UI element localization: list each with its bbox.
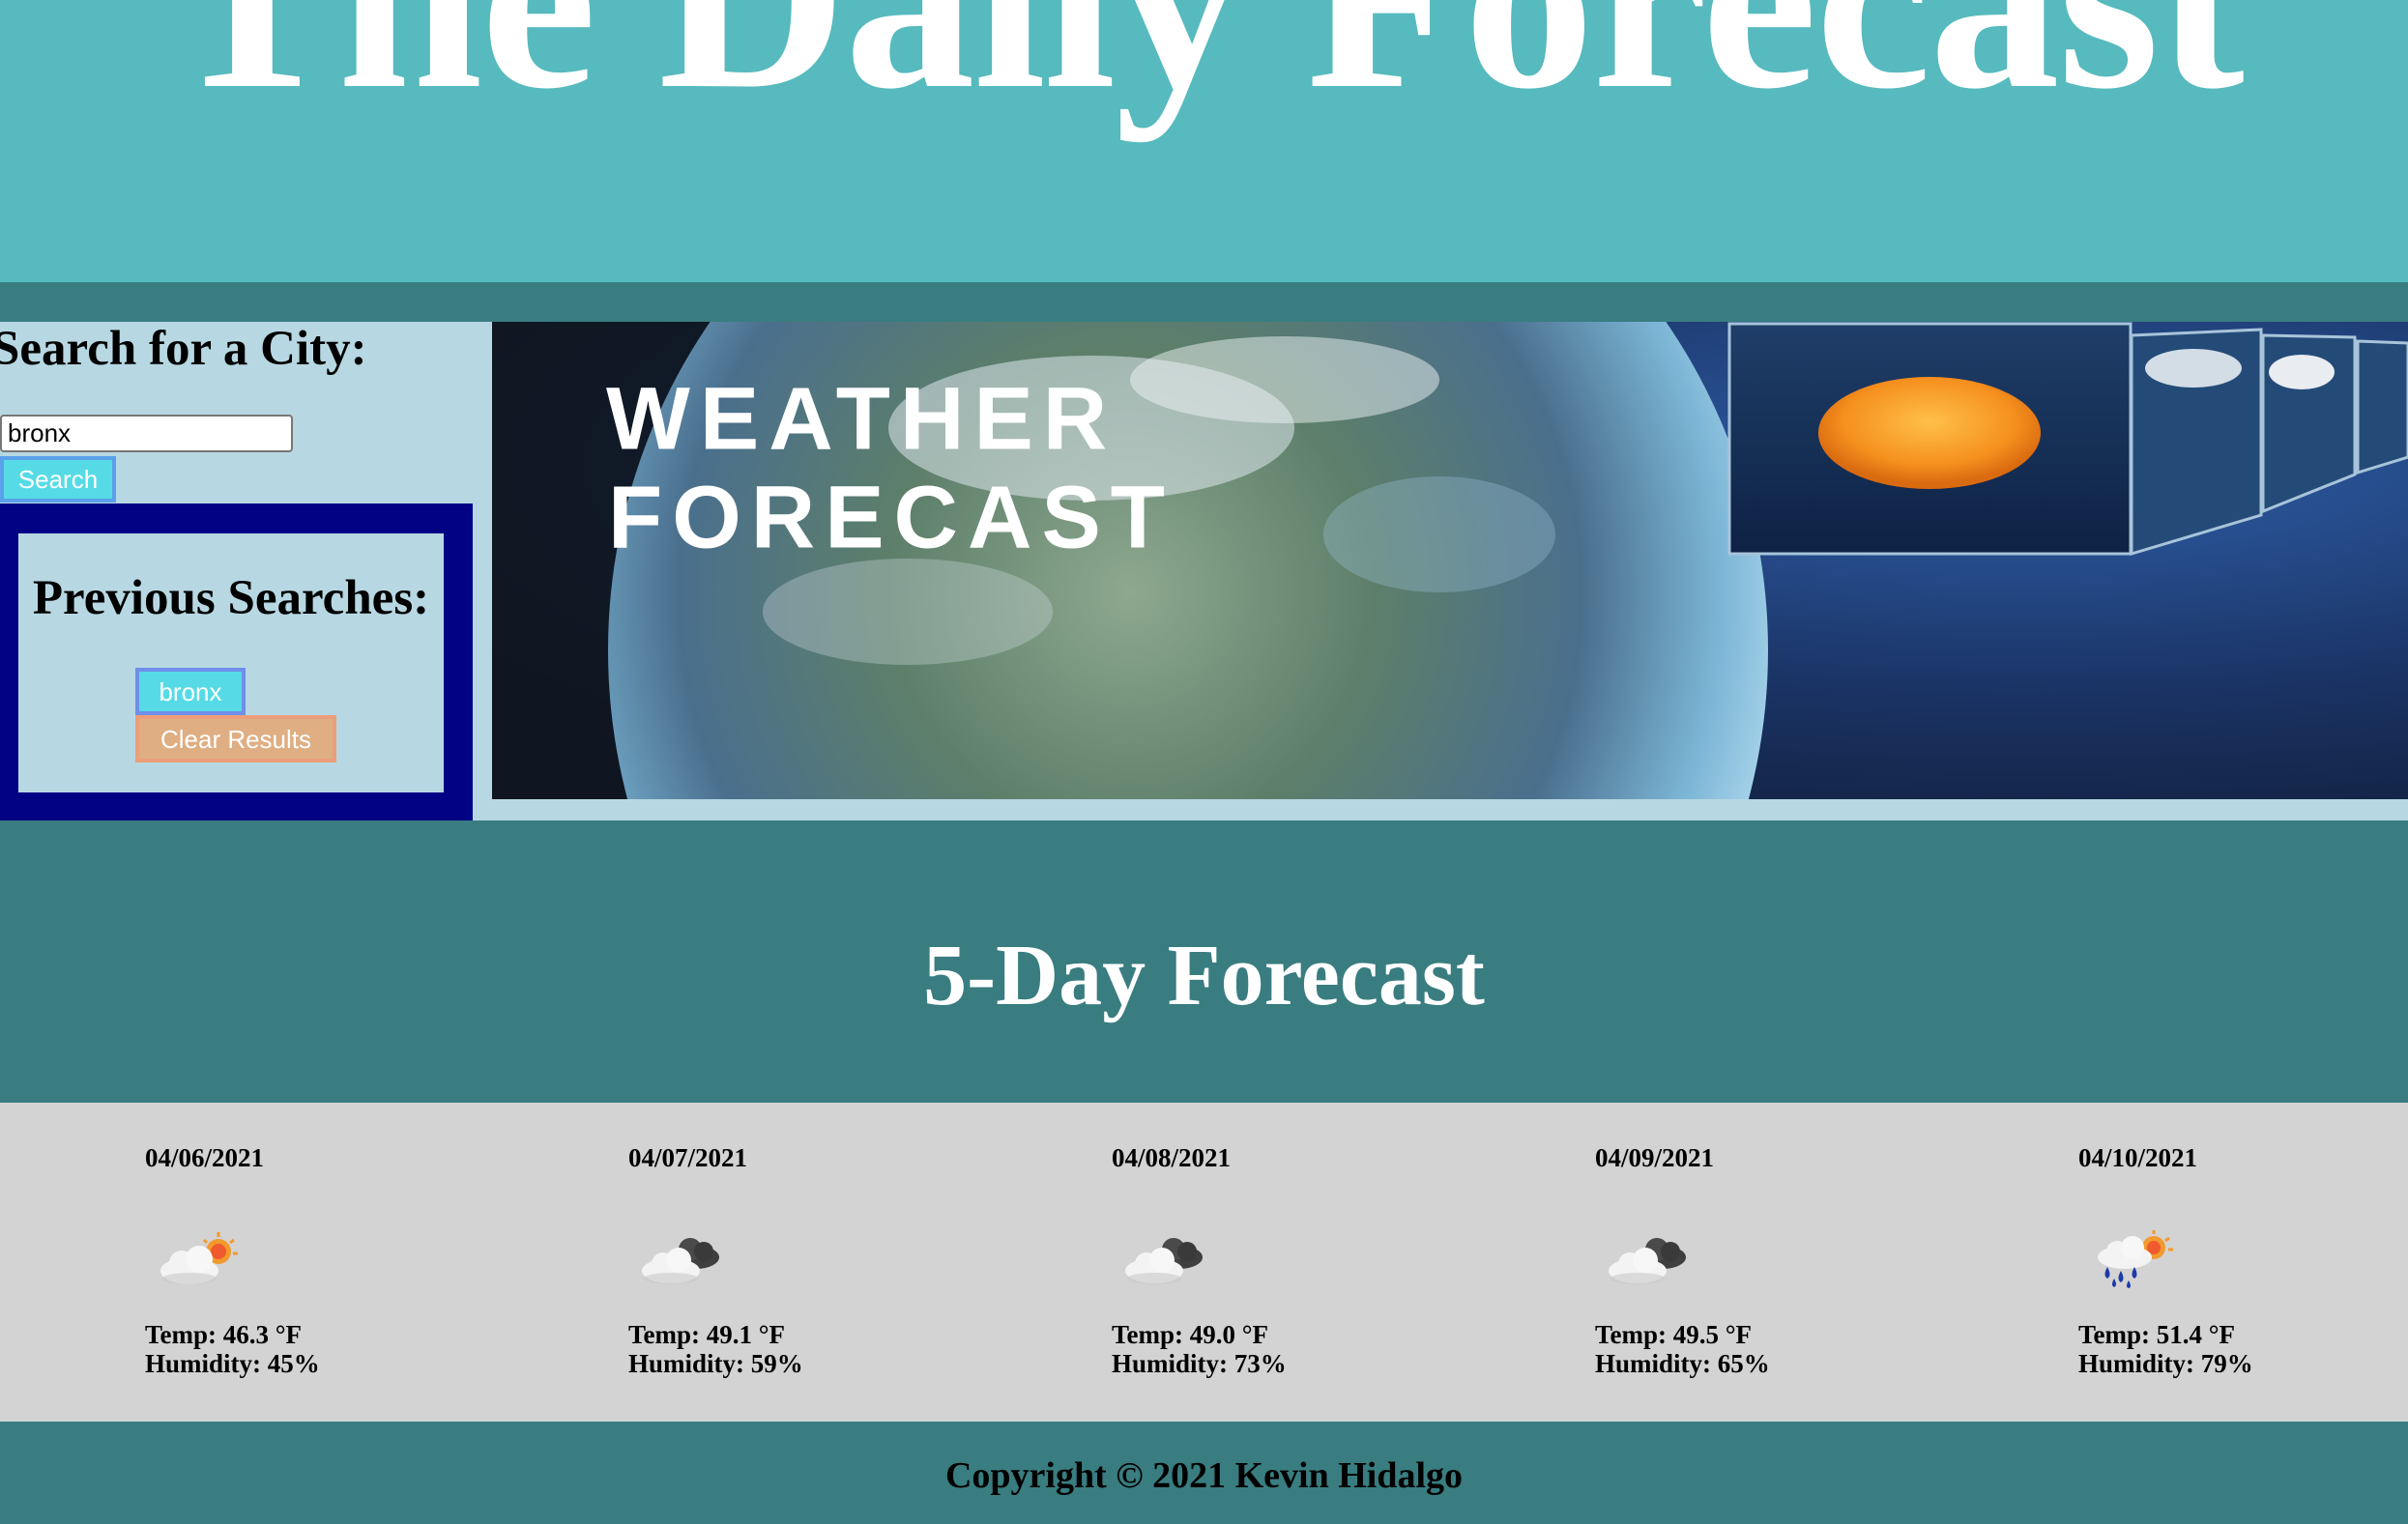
forecast-humidity: Humidity: 65% xyxy=(1595,1349,1770,1378)
banner-illustration: WEATHER FORECAST xyxy=(492,322,2408,799)
forecast-temp: Temp: 46.3 °F xyxy=(145,1320,303,1349)
forecast-day-card: 04/07/2021 Temp: 49.1 °F Humidity: 59% xyxy=(628,1103,1015,1422)
clear-results-button[interactable]: Clear Results xyxy=(135,715,336,762)
previous-searches-inner: Previous Searches: bronx Clear Results xyxy=(18,533,444,792)
previous-searches-title: Previous Searches: xyxy=(32,571,430,625)
rain-sun-cloud-icon xyxy=(2098,1230,2173,1288)
forecast-humidity: Humidity: 45% xyxy=(145,1349,320,1378)
page-title: The Daily Forecast xyxy=(0,0,2408,129)
search-title: Search for a City: xyxy=(0,322,367,376)
forecast-humidity: Humidity: 73% xyxy=(1112,1349,1287,1378)
forecast-date: 04/07/2021 xyxy=(628,1143,748,1172)
forecast-temp: Temp: 49.1 °F xyxy=(628,1320,786,1349)
forecast-temp: Temp: 49.0 °F xyxy=(1112,1320,1269,1349)
weather-forecast-banner: WEATHER FORECAST xyxy=(492,322,2408,799)
city-search-input[interactable] xyxy=(0,415,293,452)
forecast-humidity: Humidity: 59% xyxy=(628,1349,803,1378)
forecast-day-card: 04/10/2021 Temp: 51.4 °F Humidity: 79% xyxy=(2078,1103,2408,1422)
banner-line-forecast: FORECAST xyxy=(608,469,1175,567)
forecast-day-card: 04/09/2021 Temp: 49.5 °F Humidity: 65% xyxy=(1595,1103,1982,1422)
partly-sunny-cloud-icon xyxy=(160,1232,238,1284)
overcast-clouds-icon xyxy=(1609,1238,1686,1284)
forecast-temp: Temp: 49.5 °F xyxy=(1595,1320,1753,1349)
forecast-day-card: 04/08/2021 Temp: 49.0 °F Humidity: 73% xyxy=(1112,1103,1498,1422)
forecast-humidity: Humidity: 79% xyxy=(2078,1349,2253,1378)
sun-icon xyxy=(1818,377,2041,489)
five-day-forecast-heading: 5-Day Forecast xyxy=(923,928,1485,1023)
footer-copyright: Copyright © 2021 Kevin Hidalgo xyxy=(944,1455,1464,1496)
search-button[interactable]: Search xyxy=(0,456,116,503)
banner-line-weather: WEATHER xyxy=(606,370,1117,469)
overcast-clouds-icon xyxy=(642,1238,719,1284)
overcast-clouds-icon xyxy=(1125,1238,1203,1284)
forecast-date: 04/10/2021 xyxy=(2078,1143,2198,1172)
forecast-row: 04/06/2021 Temp: 46.3 °F Humidity: 45% 0… xyxy=(0,1103,2408,1422)
previous-searches-panel: Previous Searches: bronx Clear Results xyxy=(0,503,473,820)
page-header: The Daily Forecast xyxy=(0,0,2408,282)
history-item-bronx[interactable]: bronx xyxy=(135,668,246,715)
forecast-day-card: 04/06/2021 Temp: 46.3 °F Humidity: 45% xyxy=(145,1103,532,1422)
forecast-date: 04/08/2021 xyxy=(1112,1143,1232,1172)
forecast-temp: Temp: 51.4 °F xyxy=(2078,1320,2236,1349)
forecast-date: 04/06/2021 xyxy=(145,1143,265,1172)
forecast-date: 04/09/2021 xyxy=(1595,1143,1715,1172)
